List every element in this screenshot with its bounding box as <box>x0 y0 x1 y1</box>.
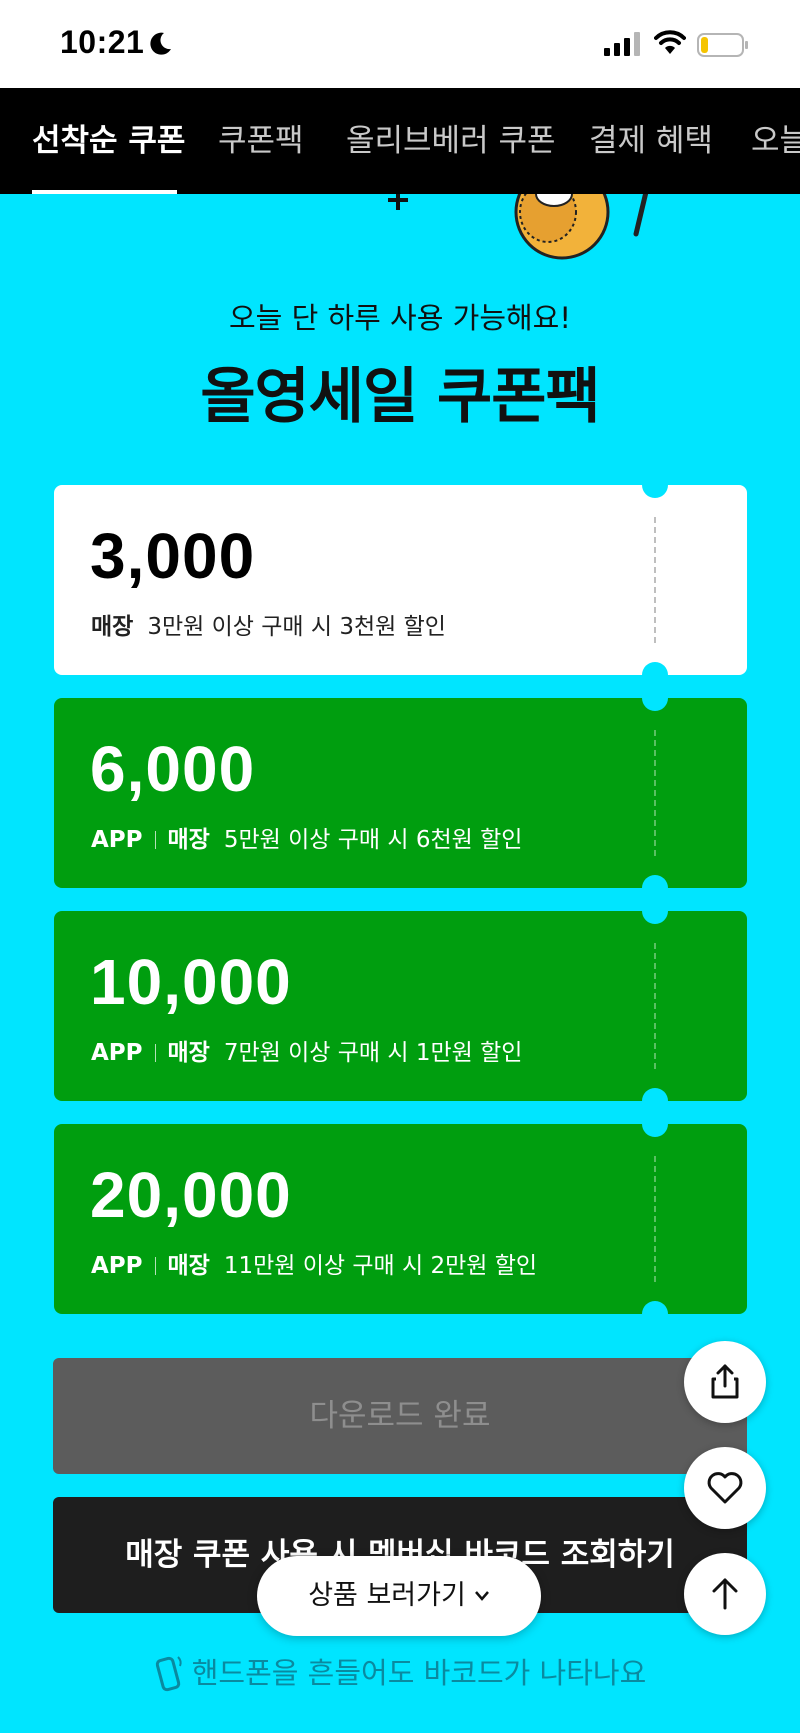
coupon-notch <box>642 1301 668 1327</box>
promo-subtitle: 오늘 단 하루 사용 가능해요! <box>229 301 571 335</box>
tab-olive-better-coupon[interactable]: 올리브베러 쿠폰 <box>346 88 556 194</box>
status-time: 10:21 <box>60 24 145 60</box>
coupon-amount: 20,000 <box>90 1159 292 1231</box>
coupon-description: 3만원 이상 구매 시 3천원 할인 <box>147 614 446 640</box>
promo-title: 올영세일 쿠폰팩 <box>200 362 600 432</box>
coupon-divider <box>654 730 656 856</box>
coupon-notch <box>642 685 668 711</box>
coupon-amount: 6,000 <box>90 733 256 805</box>
coupon-tag-app: APP <box>91 827 143 853</box>
coupon-tag-app: APP <box>91 1253 143 1279</box>
character-illustration <box>514 194 649 260</box>
tag-separator <box>154 1044 156 1062</box>
coupon-notch <box>642 472 668 498</box>
coupon-amount: 3,000 <box>90 520 256 592</box>
phone-shake-icon <box>155 1656 182 1692</box>
scroll-top-button[interactable] <box>684 1553 766 1635</box>
coupon-card: 10,000 APP 매장 7만원 이상 구매 시 1만원 할인 <box>54 898 747 1114</box>
tab-payment-benefit[interactable]: 결제 혜택 <box>589 88 713 194</box>
coupon-info: APP 매장 11만원 이상 구매 시 2만원 할인 <box>91 1246 537 1280</box>
signal-icon <box>604 32 640 56</box>
arrow-up-icon <box>712 1578 738 1610</box>
coupon-card: 3,000 매장 3만원 이상 구매 시 3천원 할인 <box>54 472 747 688</box>
coupon-tag-store: 매장 <box>167 1040 210 1066</box>
tab-coupon-pack[interactable]: 쿠폰팩 <box>218 88 304 194</box>
coupon-info: APP 매장 7만원 이상 구매 시 1만원 할인 <box>91 1033 522 1067</box>
coupon-notch <box>642 898 668 924</box>
coupon-tag-app: APP <box>91 1040 143 1066</box>
tab-first-come-coupon[interactable]: 선착순 쿠폰 <box>32 88 185 194</box>
tag-separator <box>154 1257 156 1275</box>
moon-icon <box>150 32 171 55</box>
coupon-description: 7만원 이상 구매 시 1만원 할인 <box>223 1040 523 1066</box>
tab-bar: 선착순 쿠폰 쿠폰팩 올리브베러 쿠폰 결제 혜택 오늘 <box>0 88 800 194</box>
coupon-tag-store: 매장 <box>91 614 134 640</box>
download-complete-button[interactable]: 다운로드 완료 <box>53 1358 747 1474</box>
active-tab-indicator <box>32 190 177 194</box>
coupon-notch <box>642 1111 668 1137</box>
tab-today[interactable]: 오늘 <box>751 88 800 194</box>
coupon-divider <box>654 943 656 1069</box>
view-products-label: 상품 보러가기 <box>308 1580 466 1611</box>
coupon-divider <box>654 1156 656 1282</box>
share-icon <box>711 1364 739 1399</box>
coupon-tag-store: 매장 <box>167 1253 210 1279</box>
heart-icon <box>707 1472 743 1504</box>
status-bar: 10:21 <box>0 0 800 88</box>
sparkle-icon <box>388 194 408 210</box>
tag-separator <box>154 831 156 849</box>
coupon-card: 20,000 APP 매장 11만원 이상 구매 시 2만원 할인 <box>54 1111 747 1327</box>
shake-hint: 핸드폰을 흔들어도 바코드가 나타나요 <box>0 1650 800 1693</box>
like-button[interactable] <box>684 1447 766 1529</box>
shake-hint-text: 핸드폰을 흔들어도 바코드가 나타나요 <box>191 1656 647 1690</box>
coupon-tag-store: 매장 <box>167 827 210 853</box>
battery-icon <box>697 33 748 57</box>
coupon-amount: 10,000 <box>90 946 292 1018</box>
wifi-icon <box>654 30 686 54</box>
coupon-description: 5만원 이상 구매 시 6천원 할인 <box>223 827 523 853</box>
view-products-button[interactable]: 상품 보러가기 <box>257 1556 541 1636</box>
share-button[interactable] <box>684 1341 766 1423</box>
coupon-divider <box>654 517 656 643</box>
coupon-card: 6,000 APP 매장 5만원 이상 구매 시 6천원 할인 <box>54 685 747 901</box>
coupon-description: 11만원 이상 구매 시 2만원 할인 <box>223 1253 538 1279</box>
chevron-down-icon <box>474 1591 489 1601</box>
coupon-info: 매장 3만원 이상 구매 시 3천원 할인 <box>91 607 446 641</box>
coupon-info: APP 매장 5만원 이상 구매 시 6천원 할인 <box>91 820 522 854</box>
